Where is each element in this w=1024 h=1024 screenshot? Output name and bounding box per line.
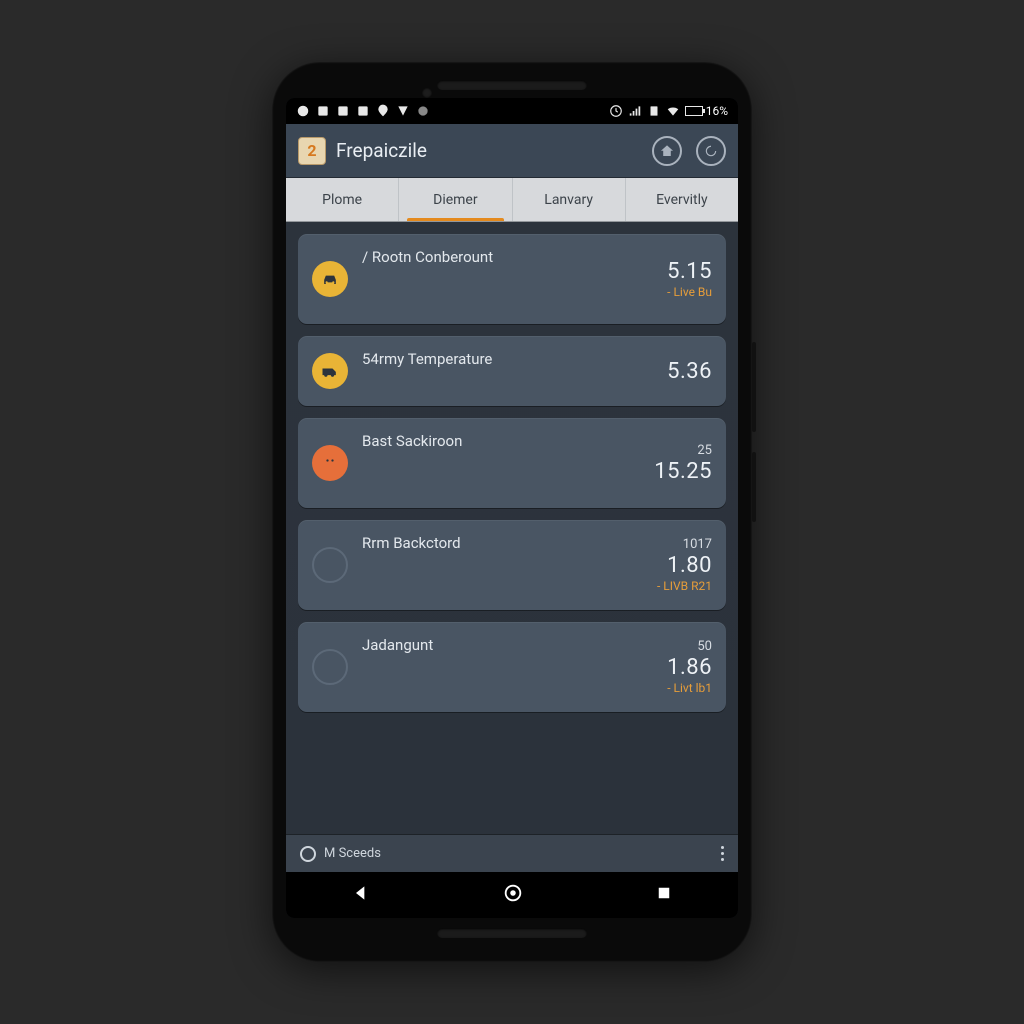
home-button[interactable]: [502, 882, 524, 908]
home-action-button[interactable]: [652, 136, 682, 166]
status-icon: [336, 104, 350, 118]
card-value: 5.15: [667, 259, 712, 284]
tab-label: Lanvary: [544, 192, 593, 208]
card-status: - Live Bu: [667, 285, 712, 299]
card-title: Bast Sackiroon: [362, 430, 654, 450]
car-icon: [312, 261, 348, 297]
empty-icon: [312, 547, 348, 583]
clock-icon: [609, 104, 623, 118]
card-value: 1.86: [667, 655, 712, 680]
status-icon: [296, 104, 310, 118]
card-title: 54rmy Temperature: [362, 348, 667, 368]
card-top-value: 1017: [683, 537, 712, 552]
card-top-value: 50: [697, 639, 712, 654]
tab-label: Diemer: [433, 192, 477, 208]
tab-lanvary[interactable]: Lanvary: [513, 178, 626, 221]
card-top-value: 25: [697, 443, 712, 458]
network-icon: [647, 104, 661, 118]
app-bar: 2 Frepaiczile: [286, 124, 738, 178]
card-title: / Rootn Conberount: [362, 246, 667, 266]
empty-icon: [312, 649, 348, 685]
tab-label: Evervitly: [656, 192, 708, 208]
back-button[interactable]: [351, 883, 371, 907]
card-title: Rrm Backctord: [362, 532, 657, 552]
tab-evervitly[interactable]: Evervitly: [626, 178, 738, 221]
status-icon: [416, 104, 430, 118]
status-icon: [396, 104, 410, 118]
list-item[interactable]: Rrm Backctord 1017 1.80 - LIVB R21: [298, 520, 726, 610]
status-icon: [376, 104, 390, 118]
chat-icon[interactable]: [300, 846, 316, 862]
tab-plome[interactable]: Plome: [286, 178, 399, 221]
footer-label: M Sceeds: [324, 846, 381, 861]
battery-indicator: 16%: [685, 104, 728, 118]
battery-text: 16%: [706, 104, 728, 118]
card-title: Jadangunt: [362, 634, 667, 654]
android-nav-bar: [286, 872, 738, 918]
status-bar: 16%: [286, 98, 738, 124]
overflow-menu-button[interactable]: [721, 846, 724, 861]
list-item[interactable]: Jadangunt 50 1.86 - Livt lb1: [298, 622, 726, 712]
list-item[interactable]: Bast Sackiroon 25 15.25: [298, 418, 726, 508]
refresh-action-button[interactable]: [696, 136, 726, 166]
card-value: 15.25: [654, 459, 712, 484]
footer-bar: M Sceeds: [286, 834, 738, 872]
recents-button[interactable]: [655, 884, 673, 906]
tab-bar: Plome Diemer Lanvary Evervitly: [286, 178, 738, 222]
app-title: Frepaiczile: [336, 139, 642, 162]
card-value: 1.80: [667, 553, 712, 578]
card-status: - LIVB R21: [657, 579, 712, 593]
signal-icon: [628, 104, 642, 118]
dot-icon: [312, 445, 348, 481]
card-value: 5.36: [667, 359, 712, 384]
van-icon: [312, 353, 348, 389]
wifi-icon: [666, 104, 680, 118]
list-item[interactable]: / Rootn Conberount 5.15 - Live Bu: [298, 234, 726, 324]
status-icon: [356, 104, 370, 118]
tab-diemer[interactable]: Diemer: [399, 178, 512, 221]
card-status: - Livt lb1: [667, 681, 712, 695]
tab-label: Plome: [322, 192, 362, 208]
card-list[interactable]: / Rootn Conberount 5.15 - Live Bu 54rmy …: [286, 222, 738, 834]
app-icon: 2: [298, 137, 326, 165]
list-item[interactable]: 54rmy Temperature 5.36: [298, 336, 726, 406]
status-icon: [316, 104, 330, 118]
